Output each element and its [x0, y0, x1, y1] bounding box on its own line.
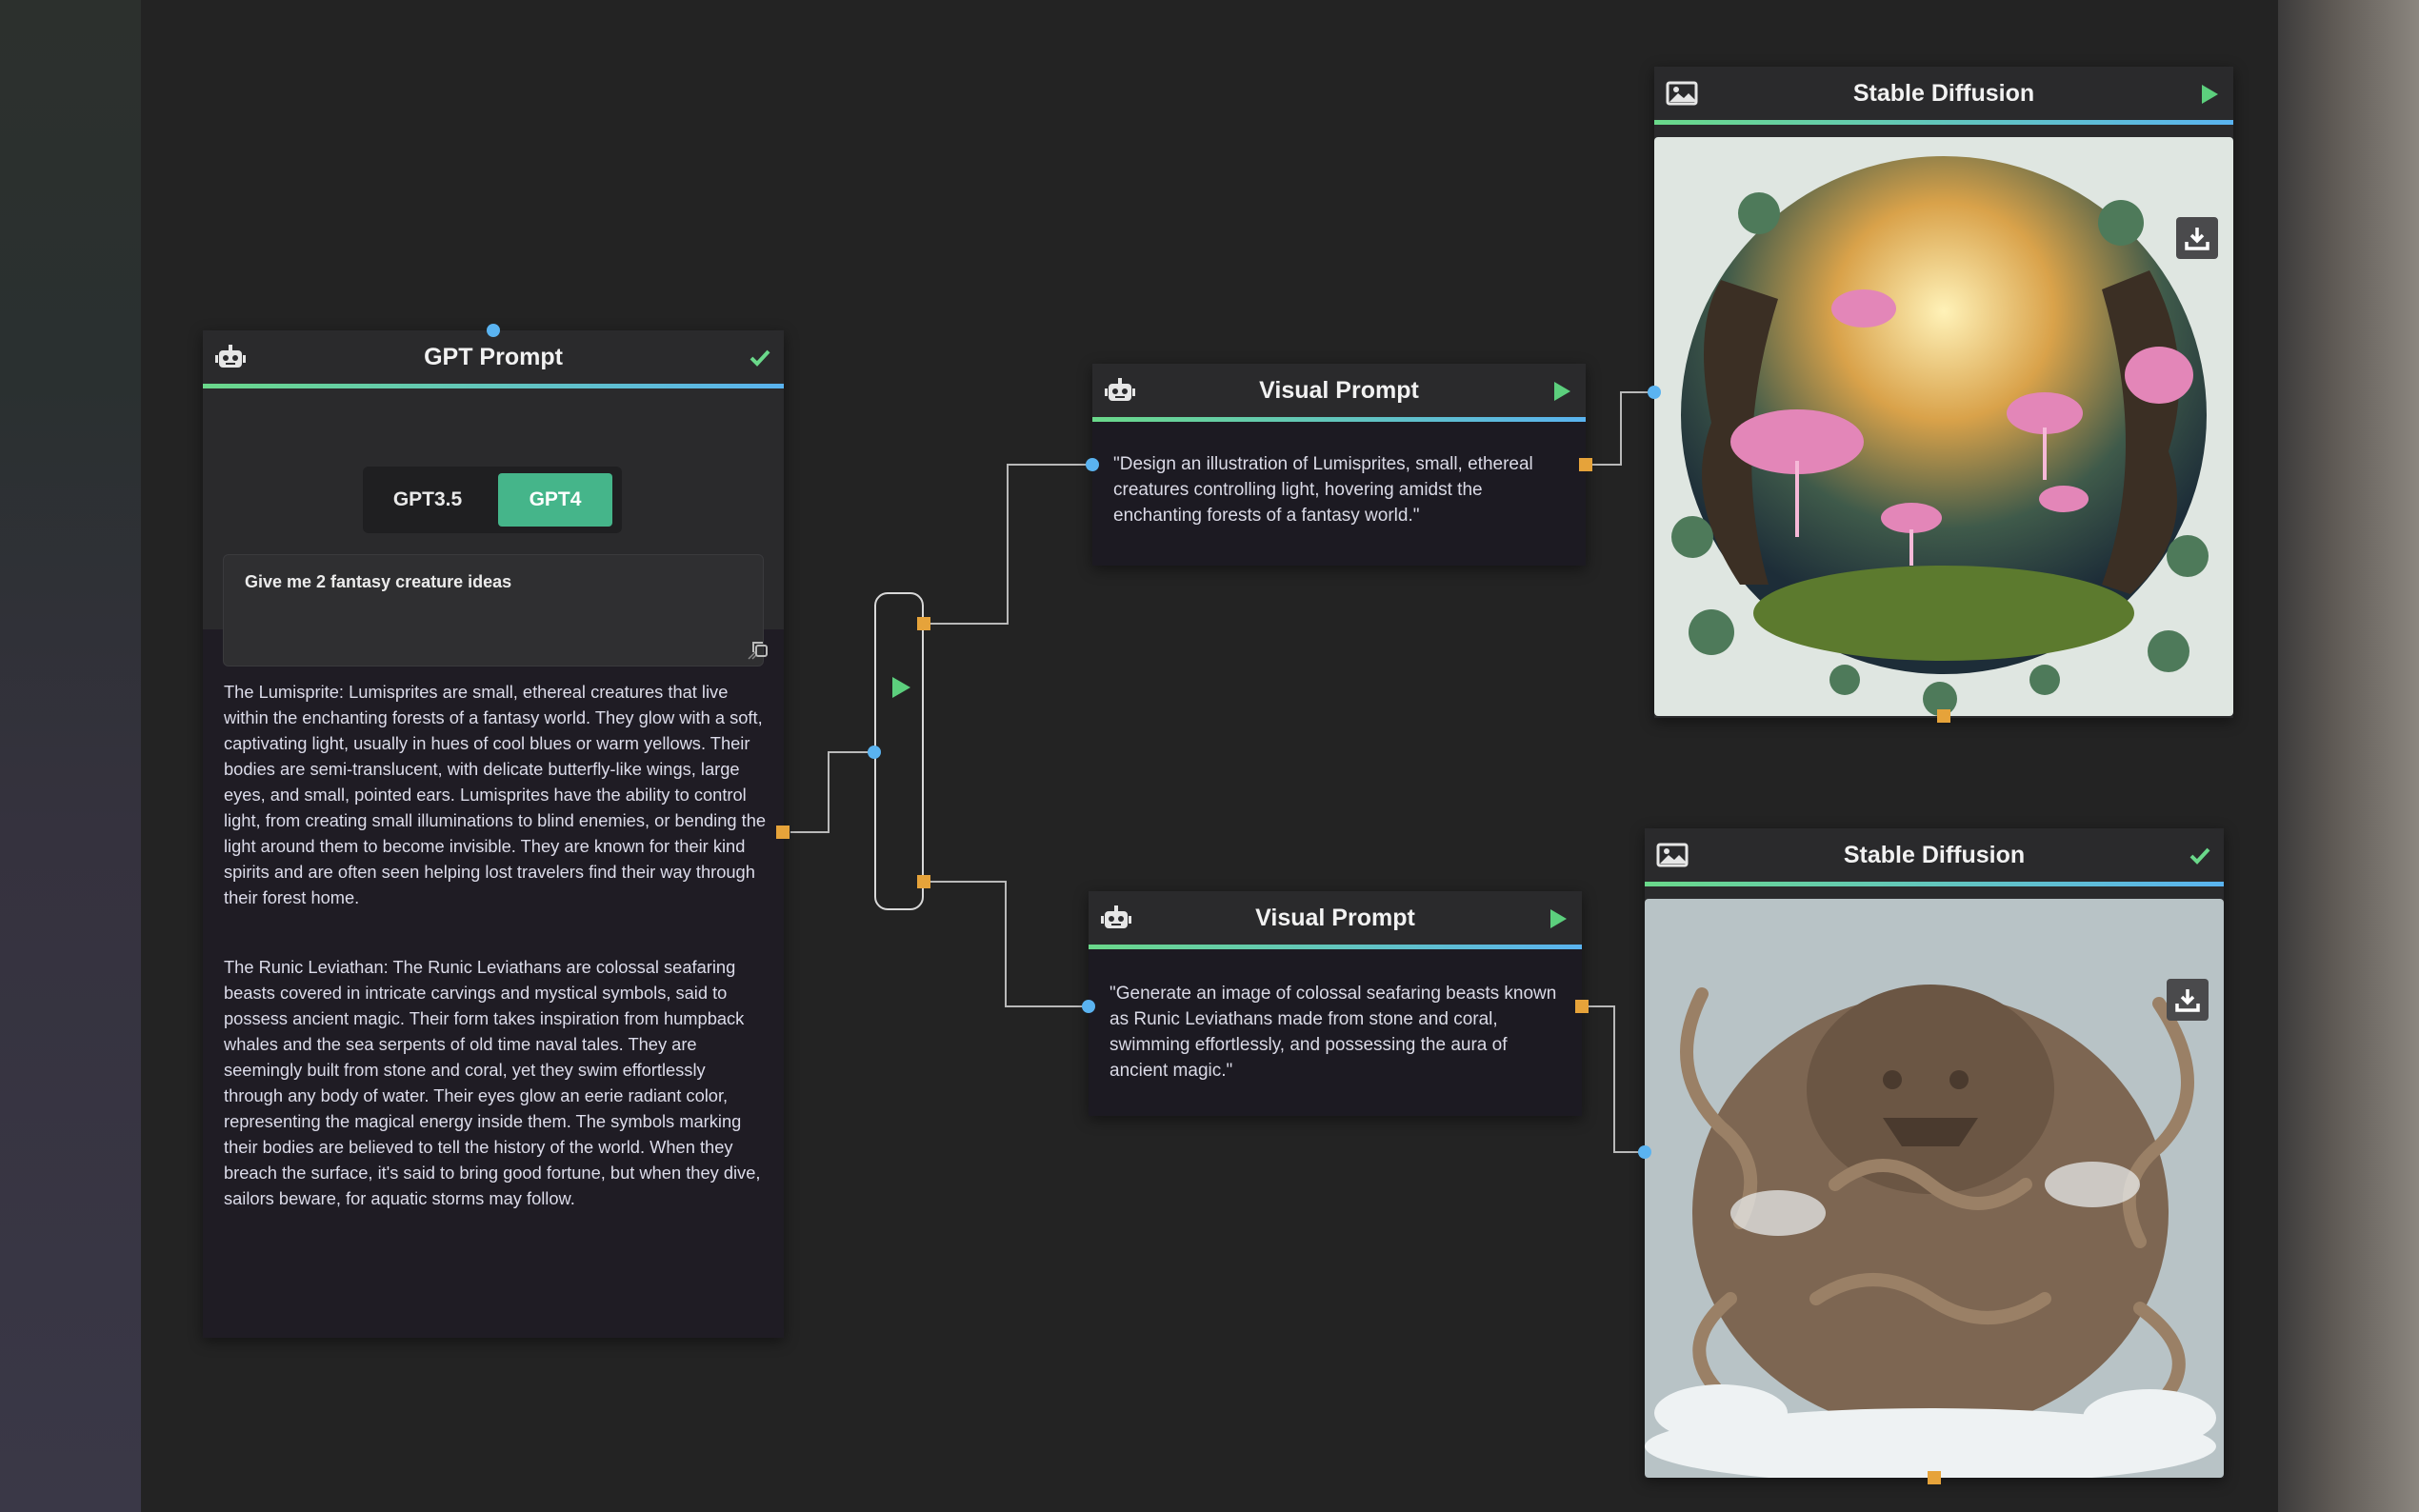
gpt-prompt-node[interactable]: GPT Prompt GPT3.5 GPT4 Give me 2 fantasy… — [203, 330, 784, 1338]
visual-prompt-node-1[interactable]: Visual Prompt "Design an illustration of… — [1092, 364, 1586, 566]
stable-diffusion-title-1: Stable Diffusion — [1852, 79, 2035, 107]
play-icon[interactable] — [1549, 379, 1574, 404]
play-icon[interactable] — [1546, 906, 1570, 931]
stable-diffusion-header-2[interactable]: Stable Diffusion — [1645, 828, 2224, 886]
robot-icon — [1101, 905, 1131, 928]
output-paragraph: The Lumisprite: Lumisprites are small, e… — [224, 682, 767, 907]
visual-prompt-title-1: Visual Prompt — [1259, 376, 1419, 404]
router-output-port-1[interactable] — [917, 617, 930, 630]
download-button-2[interactable] — [2167, 979, 2209, 1021]
output-paragraph: The Runic Leviathan: The Runic Leviathan… — [224, 957, 761, 1208]
model-toggle: GPT3.5 GPT4 — [363, 467, 622, 533]
stable-diffusion-2-input-port[interactable] — [1638, 1145, 1651, 1159]
model-option-gpt35[interactable]: GPT3.5 — [370, 473, 485, 527]
visual-prompt-title-2: Visual Prompt — [1255, 904, 1415, 931]
robot-icon — [215, 345, 246, 368]
image-icon — [1666, 81, 1698, 106]
router-output-port-2[interactable] — [917, 875, 930, 888]
generated-image-forest — [1654, 137, 2233, 716]
router-input-port[interactable] — [868, 746, 881, 759]
prompt-input[interactable]: Give me 2 fantasy creature ideas — [223, 554, 764, 666]
check-icon — [750, 349, 770, 367]
download-icon — [2175, 989, 2200, 1012]
stable-diffusion-header-1[interactable]: Stable Diffusion — [1654, 67, 2233, 125]
visual-prompt-text-2: "Generate an image of colossal seafaring… — [1110, 984, 1557, 1081]
stable-diffusion-title-2: Stable Diffusion — [1843, 841, 2026, 868]
generated-image-leviathan — [1645, 899, 2224, 1478]
copy-icon[interactable] — [750, 639, 770, 660]
download-button-1[interactable] — [2176, 217, 2218, 259]
visual-prompt-2-output-port[interactable] — [1575, 1000, 1589, 1013]
gpt-input-port[interactable] — [487, 324, 500, 337]
stable-diffusion-1-input-port[interactable] — [1648, 386, 1661, 399]
model-option-gpt4[interactable]: GPT4 — [498, 473, 612, 527]
split-router-node[interactable] — [874, 592, 924, 910]
stable-diffusion-2-output-port[interactable] — [1928, 1471, 1941, 1484]
visual-prompt-node-2[interactable]: Visual Prompt "Generate an image of colo… — [1089, 891, 1582, 1116]
gpt-prompt-header[interactable]: GPT Prompt — [203, 330, 784, 388]
visual-prompt-text-1: "Design an illustration of Lumisprites, … — [1113, 454, 1533, 526]
stable-diffusion-node-1[interactable]: Stable Diffusion — [1654, 67, 2233, 718]
stable-diffusion-1-output-port[interactable] — [1937, 709, 1950, 723]
visual-prompt-2-input-port[interactable] — [1082, 1000, 1095, 1013]
gpt-output-port[interactable] — [776, 826, 790, 839]
play-icon[interactable] — [2197, 82, 2222, 107]
gpt-prompt-title: GPT Prompt — [424, 343, 563, 370]
stable-diffusion-node-2[interactable]: Stable Diffusion — [1645, 828, 2224, 1478]
robot-icon — [1105, 378, 1135, 401]
prompt-input-value: Give me 2 fantasy creature ideas — [245, 572, 512, 591]
lumisprite-forest-illustration — [1654, 137, 2233, 716]
visual-prompt-header-2[interactable]: Visual Prompt — [1089, 891, 1582, 949]
runic-leviathan-illustration — [1645, 899, 2224, 1478]
left-backdrop — [0, 0, 141, 1512]
image-icon — [1656, 843, 1689, 867]
right-backdrop — [2278, 0, 2419, 1512]
visual-prompt-header-1[interactable]: Visual Prompt — [1092, 364, 1586, 422]
visual-prompt-1-output-port[interactable] — [1579, 458, 1592, 471]
gpt-output-text: The Lumisprite: Lumisprites are small, e… — [224, 679, 767, 1255]
visual-prompt-1-input-port[interactable] — [1086, 458, 1099, 471]
check-icon — [2189, 847, 2210, 865]
gpt-controls-area: GPT3.5 GPT4 Give me 2 fantasy creature i… — [203, 388, 784, 666]
download-icon — [2185, 228, 2209, 250]
play-icon[interactable] — [890, 675, 912, 700]
